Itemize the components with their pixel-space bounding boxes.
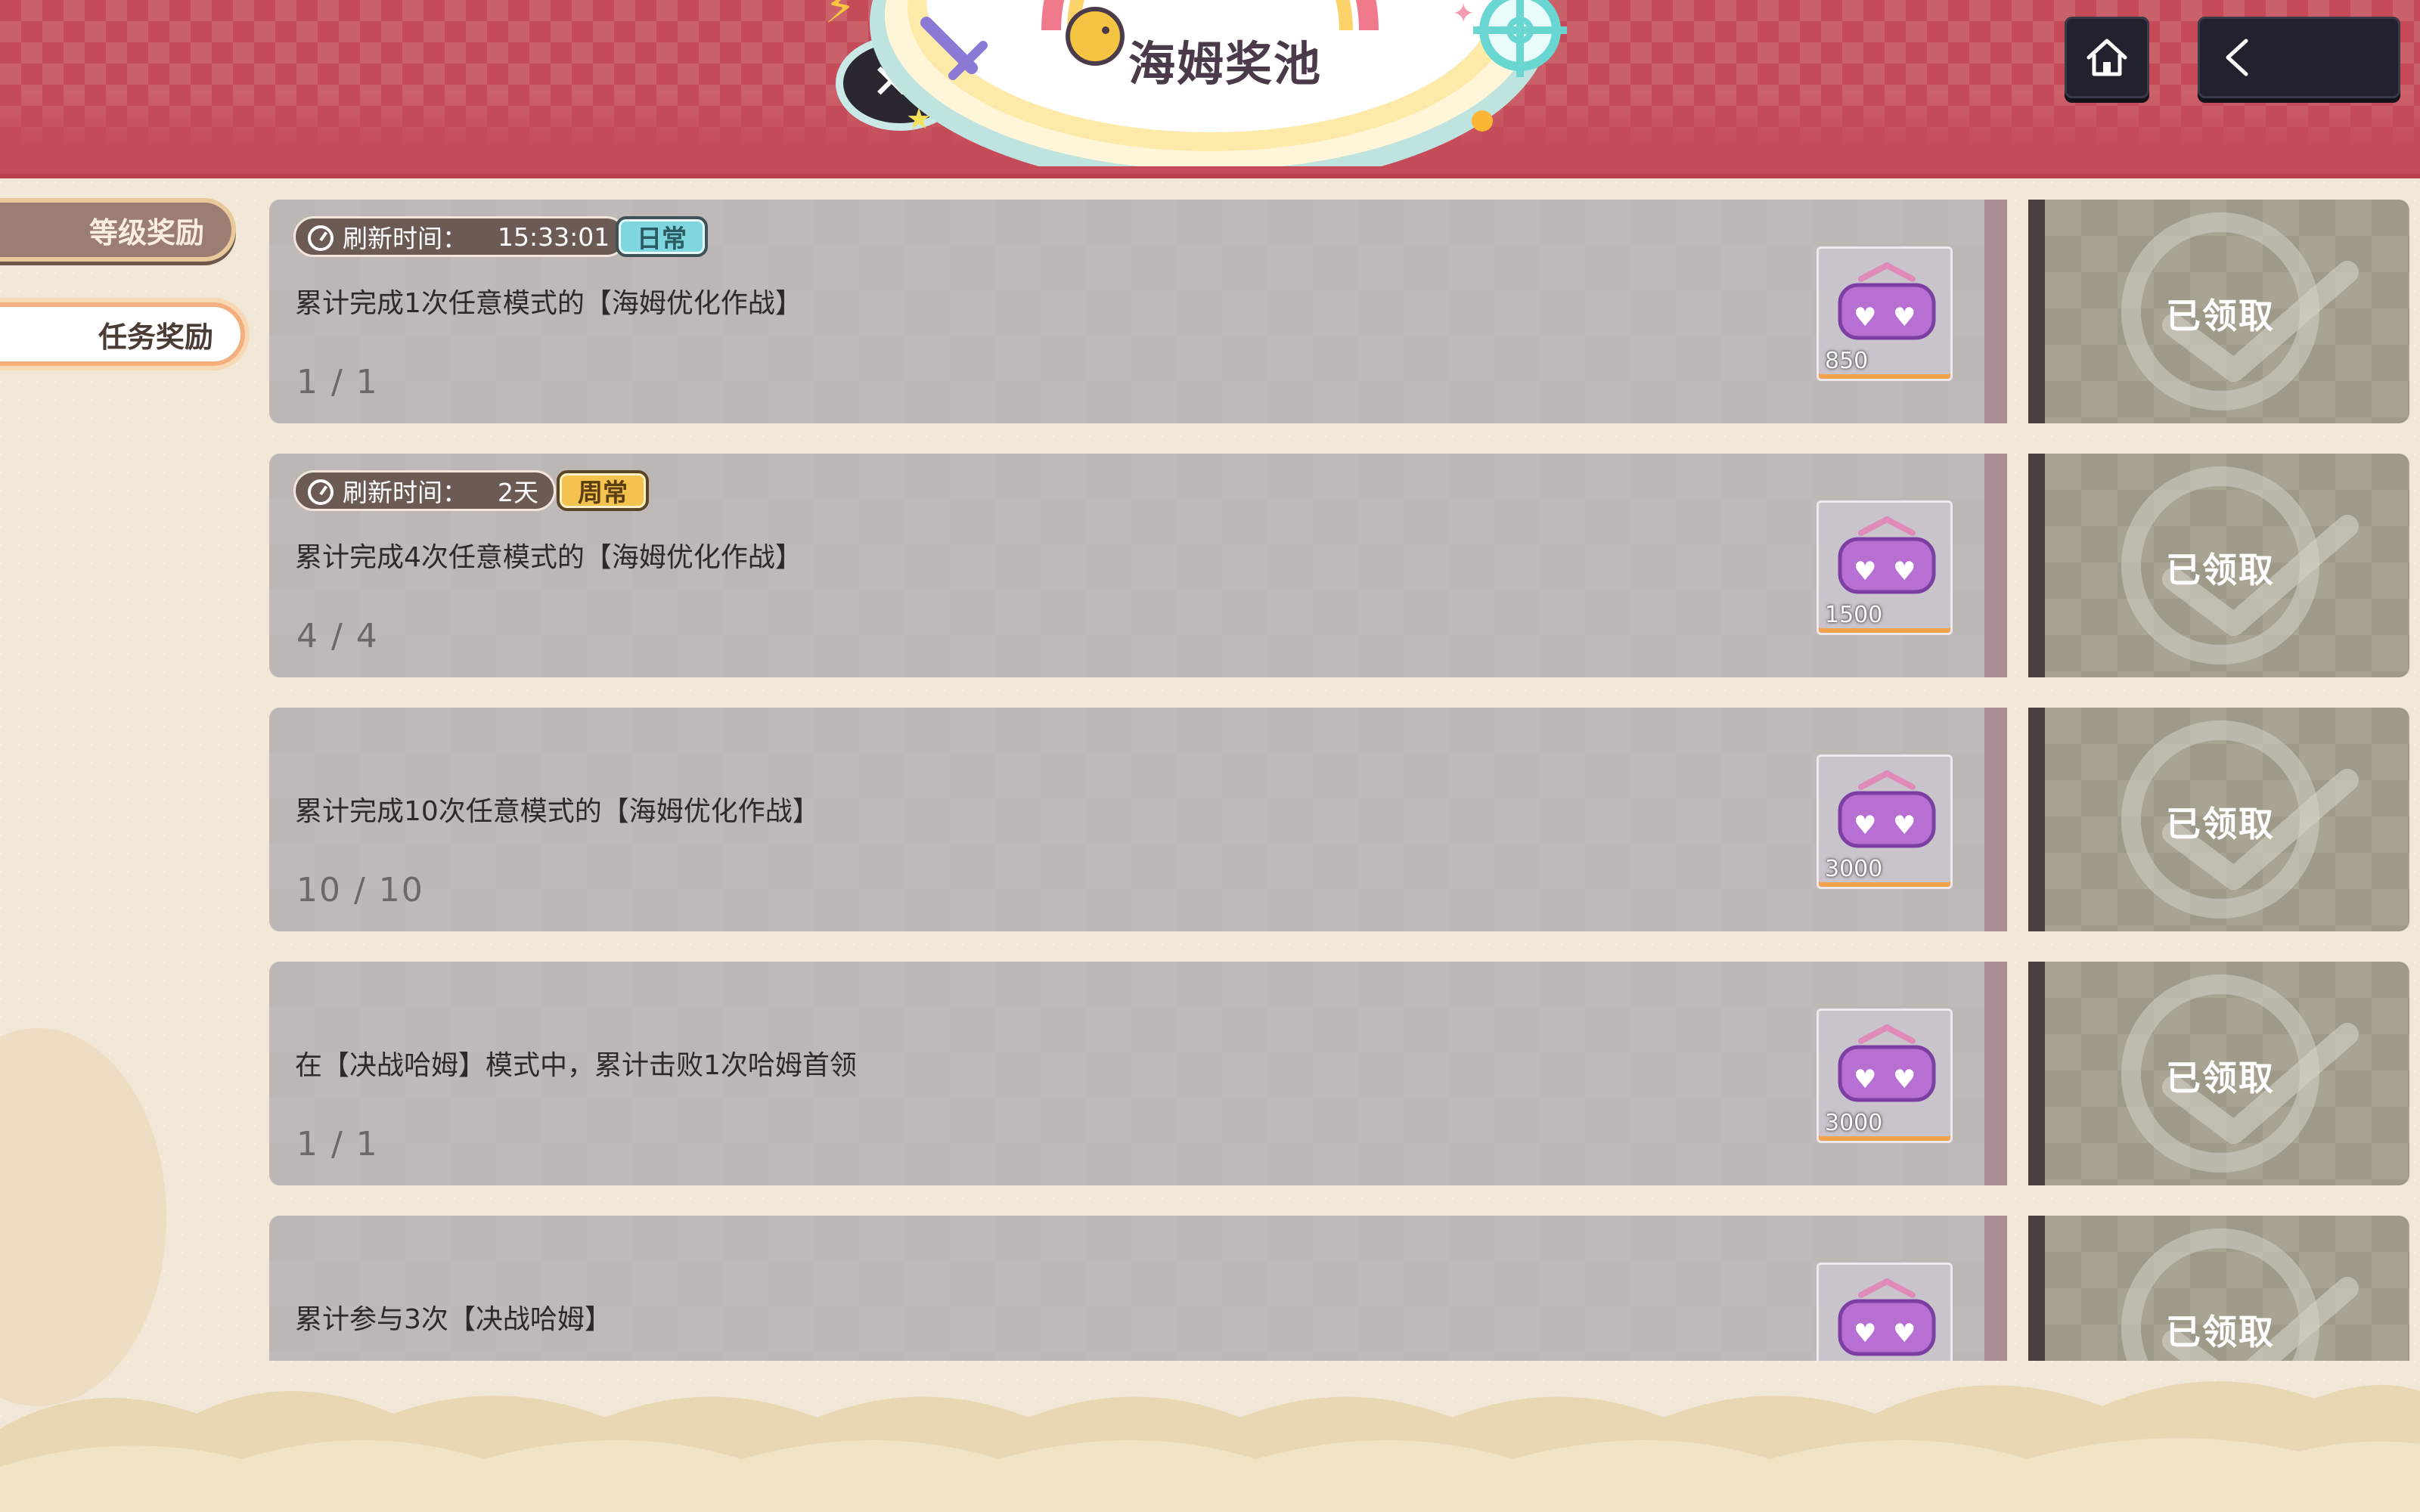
refresh-time-pill: 刷新时间： 15:33:01 bbox=[293, 216, 628, 257]
svg-text:♥: ♥ bbox=[1893, 1064, 1916, 1095]
heart-visor-icon: ♥ ♥ bbox=[1838, 516, 1936, 594]
svg-text:♥: ♥ bbox=[1854, 302, 1876, 333]
task-progress: 10 / 10 bbox=[296, 871, 424, 909]
star-icon: ★ bbox=[906, 102, 932, 135]
bottom-clouds bbox=[0, 1381, 2420, 1512]
claimed-panel: 已领取 bbox=[2028, 962, 2409, 1185]
refresh-time-pill: 刷新时间： 2天 bbox=[293, 470, 556, 511]
svg-text:♥: ♥ bbox=[1854, 1064, 1876, 1095]
weekly-badge: 周常 bbox=[557, 470, 649, 511]
card-stripe bbox=[1984, 454, 2007, 677]
task-progress: 1 / 1 bbox=[296, 1125, 379, 1163]
svg-text:♥: ♥ bbox=[1893, 302, 1916, 333]
task-row: 刷新时间： 2天 周常 累计完成4次任意模式的【海姆优化作战】 4 / 4 ♥ … bbox=[269, 454, 2409, 677]
task-card: 累计参与3次【决战哈姆】 ♥ ♥ bbox=[269, 1216, 2007, 1361]
back-arrow-icon bbox=[2226, 39, 2248, 76]
task-description: 累计参与3次【决战哈姆】 bbox=[295, 1304, 612, 1335]
reward-count: 1500 bbox=[1825, 602, 1883, 628]
back-button[interactable] bbox=[2198, 17, 2400, 98]
tab-label: 任务奖励 bbox=[98, 320, 213, 354]
reward-item[interactable]: ♥ ♥ 850 bbox=[1817, 246, 1953, 381]
task-progress: 1 / 1 bbox=[296, 363, 379, 401]
claimed-panel: 已领取 bbox=[2028, 454, 2409, 677]
claimed-status: 已领取 bbox=[2166, 804, 2275, 844]
card-stripe bbox=[1984, 708, 2007, 931]
svg-text:♥: ♥ bbox=[1893, 810, 1916, 841]
refresh-value: 15:33:01 bbox=[498, 222, 610, 252]
reward-count: 3000 bbox=[1825, 1110, 1883, 1136]
tab-level-rewards[interactable]: 等级奖励 bbox=[0, 198, 236, 262]
task-description: 累计完成1次任意模式的【海姆优化作战】 bbox=[295, 288, 802, 319]
svg-text:♥: ♥ bbox=[1854, 556, 1876, 587]
card-stripe bbox=[1984, 1216, 2007, 1361]
claimed-panel: 已领取 bbox=[2028, 200, 2409, 423]
task-description: 累计完成4次任意模式的【海姆优化作战】 bbox=[295, 542, 802, 573]
svg-text:♥: ♥ bbox=[1893, 556, 1916, 587]
card-stripe bbox=[1984, 200, 2007, 423]
heart-visor-icon: ♥ ♥ bbox=[1838, 262, 1936, 340]
home-button[interactable] bbox=[2065, 17, 2149, 98]
sparkle-icon: ✦ bbox=[1452, 0, 1475, 29]
daily-badge: 日常 bbox=[616, 216, 708, 257]
reward-item[interactable]: ♥ ♥ 3000 bbox=[1817, 754, 1953, 889]
clock-icon bbox=[308, 225, 334, 251]
claimed-status: 已领取 bbox=[2166, 550, 2275, 590]
reward-item[interactable]: ♥ ♥ 1500 bbox=[1817, 500, 1953, 635]
page-title: 海姆奖池 bbox=[1128, 36, 1322, 91]
svg-text:♥: ♥ bbox=[1893, 1318, 1916, 1349]
heart-visor-icon: ♥ ♥ bbox=[1838, 1024, 1936, 1102]
task-row: 累计参与3次【决战哈姆】 ♥ ♥ 已领取 bbox=[269, 1216, 2409, 1361]
refresh-label: 刷新时间： bbox=[343, 478, 467, 507]
task-list[interactable]: 刷新时间： 15:33:01 日常 累计完成1次任意模式的【海姆优化作战】 1 … bbox=[269, 200, 2409, 1361]
task-card: 刷新时间： 15:33:01 日常 累计完成1次任意模式的【海姆优化作战】 1 … bbox=[269, 200, 2007, 423]
task-row: 在【决战哈姆】模式中，累计击败1次哈姆首领 1 / 1 ♥ ♥ 3000 已领取 bbox=[269, 962, 2409, 1185]
card-stripe bbox=[1984, 962, 2007, 1185]
tab-label: 等级奖励 bbox=[88, 215, 204, 249]
task-card: 累计完成10次任意模式的【海姆优化作战】 10 / 10 ♥ ♥ 3000 bbox=[269, 708, 2007, 931]
svg-text:♥: ♥ bbox=[1854, 810, 1876, 841]
svg-text:♥: ♥ bbox=[1854, 1318, 1876, 1349]
claimed-panel: 已领取 bbox=[2028, 708, 2409, 931]
claimed-status: 已领取 bbox=[2166, 296, 2275, 336]
claimed-panel: 已领取 bbox=[2028, 1216, 2409, 1361]
tab-task-rewards[interactable]: 任务奖励 bbox=[0, 302, 245, 366]
heart-visor-icon: ♥ ♥ bbox=[1838, 770, 1936, 848]
reward-count: 3000 bbox=[1825, 856, 1883, 882]
clock-icon bbox=[308, 479, 334, 505]
reward-item[interactable]: ♥ ♥ 3000 bbox=[1817, 1009, 1953, 1143]
task-progress: 4 / 4 bbox=[296, 617, 379, 655]
task-description: 累计完成10次任意模式的【海姆优化作战】 bbox=[295, 796, 820, 827]
home-icon bbox=[2086, 39, 2127, 76]
dot-decoration bbox=[1472, 110, 1493, 132]
reward-count: 850 bbox=[1825, 348, 1869, 374]
task-description: 在【决战哈姆】模式中，累计击败1次哈姆首领 bbox=[295, 1050, 857, 1081]
task-card: 刷新时间： 2天 周常 累计完成4次任意模式的【海姆优化作战】 4 / 4 ♥ … bbox=[269, 454, 2007, 677]
refresh-value: 2天 bbox=[498, 478, 538, 507]
task-row: 累计完成10次任意模式的【海姆优化作战】 10 / 10 ♥ ♥ 3000 已领… bbox=[269, 708, 2409, 931]
task-row: 刷新时间： 15:33:01 日常 累计完成1次任意模式的【海姆优化作战】 1 … bbox=[269, 200, 2409, 423]
refresh-label: 刷新时间： bbox=[343, 224, 467, 253]
claimed-status: 已领取 bbox=[2166, 1058, 2275, 1098]
lightning-icon: ⚡ bbox=[824, 0, 856, 34]
task-card: 在【决战哈姆】模式中，累计击败1次哈姆首领 1 / 1 ♥ ♥ 3000 bbox=[269, 962, 2007, 1185]
